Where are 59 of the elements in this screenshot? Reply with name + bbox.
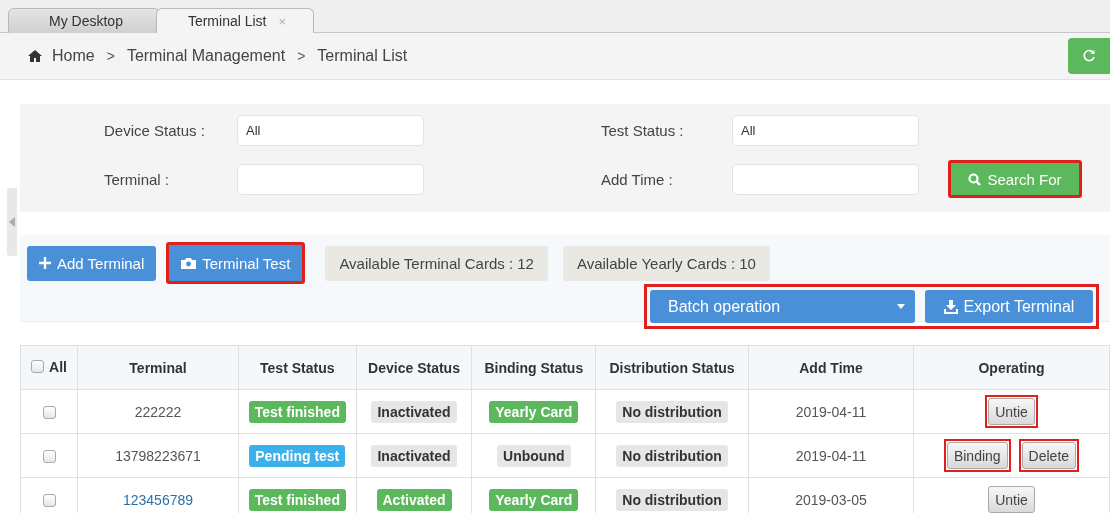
card-count: Available Yearly Cards : 10 [562, 245, 770, 281]
column-header: Device Status [356, 345, 472, 390]
column-header: Test Status [238, 345, 357, 390]
status-badge: Test finished [248, 488, 346, 511]
search-icon [968, 172, 982, 186]
status-badge: No distribution [616, 488, 728, 511]
column-header: Distribution Status [595, 345, 749, 390]
column-header: Terminal [77, 345, 239, 390]
action-button[interactable]: Binding [946, 442, 1008, 469]
status-badge: Inactivated [371, 400, 457, 423]
status-badge: Pending test [249, 444, 346, 467]
status-badge: Inactivated [371, 444, 457, 467]
date-text: 2019-04-11 [795, 447, 867, 464]
breadcrumb-item[interactable]: Terminal Management [126, 47, 286, 65]
checkbox[interactable] [42, 494, 56, 508]
terminal-id: 222222 [134, 403, 182, 420]
action-button[interactable]: Delete [1021, 442, 1077, 469]
refresh-icon [1082, 49, 1096, 63]
select-all-label: All [49, 358, 67, 375]
date-text: 2019-03-05 [795, 491, 867, 508]
camera-icon [181, 257, 197, 269]
filter-label: Terminal : [104, 170, 171, 188]
download-icon [943, 299, 958, 314]
filter-field[interactable]: All [732, 115, 919, 146]
tab[interactable]: Terminal List × [156, 8, 314, 33]
column-header: Add Time [748, 345, 914, 390]
refresh-button[interactable] [1068, 38, 1110, 74]
column-header: Binding Status [472, 345, 596, 390]
action-button[interactable]: Untie [988, 486, 1035, 513]
status-badge: Yearly Card [489, 400, 579, 423]
card-count: Available Terminal Cards : 12 [325, 245, 548, 281]
checkbox[interactable] [42, 406, 56, 420]
sidebar-toggle[interactable] [7, 188, 17, 256]
caret-icon [897, 304, 905, 309]
plus-icon [39, 257, 51, 269]
status-badge: Test finished [248, 400, 346, 423]
status-badge: Yearly Card [489, 488, 579, 511]
breadcrumb-separator: > [297, 48, 306, 64]
status-badge: No distribution [616, 400, 728, 423]
filter-field[interactable]: All [237, 115, 424, 146]
checkbox[interactable] [31, 360, 45, 374]
filter-field[interactable] [732, 163, 919, 195]
action-button[interactable]: Untie [988, 398, 1035, 425]
filter-label: Test Status : [601, 122, 685, 139]
date-text: 2019-04-11 [795, 403, 867, 420]
column-header: Operating [913, 345, 1110, 390]
caret-icon [9, 217, 15, 227]
status-badge: Activated [376, 488, 452, 511]
filter-field[interactable] [237, 163, 424, 195]
terminal-id: 13798223671 [115, 447, 201, 464]
status-badge: Unbound [497, 444, 571, 467]
home-icon [28, 50, 42, 62]
filter-label: Device Status : [104, 122, 206, 139]
breadcrumb-separator: > [106, 48, 115, 64]
status-badge: No distribution [616, 444, 728, 467]
checkbox[interactable] [42, 450, 56, 464]
filter-label: Add Time : [601, 170, 674, 188]
breadcrumb-item[interactable]: Home [52, 47, 95, 65]
breadcrumb-item[interactable]: Terminal List [317, 47, 408, 65]
